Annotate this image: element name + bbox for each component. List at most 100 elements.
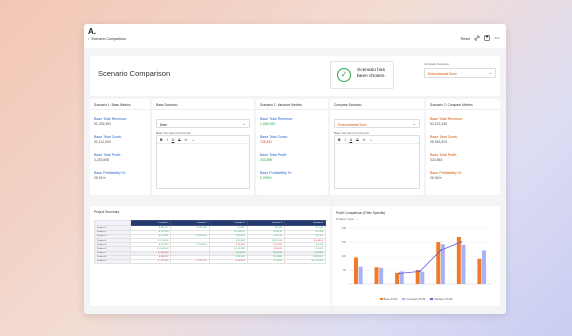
project-summary-table-wrap: Location 1 Location 2 Location 3 Locatio… xyxy=(94,219,326,265)
base-total-revenue: Base Total Revenue: 91,253,963 xyxy=(94,117,128,126)
bar-base-profit xyxy=(456,236,461,284)
compare-metrics-card: Scenario 2: Compare Metrics Base Total R… xyxy=(426,99,500,195)
compare-metrics-title: Scenario 2: Compare Metrics xyxy=(430,103,473,107)
app-window: A. ‹ Scenario Comparison Reset Scenario … xyxy=(84,24,506,314)
point-variance-profit xyxy=(439,249,442,252)
strike-button[interactable]: S xyxy=(178,138,180,142)
compare-scenario-title: Compare Scenario xyxy=(334,103,362,107)
y-tick-label: 200 xyxy=(342,226,347,230)
table-row: Product 9 $ -123,618 $ -152,221 $ -55,826 $ … xyxy=(94,258,326,265)
table-cell: $ -152,221 xyxy=(170,258,210,265)
breadcrumb[interactable]: ‹ Scenario Comparison xyxy=(88,37,126,41)
bar-base-profit xyxy=(374,267,379,284)
link-icon[interactable] xyxy=(474,35,480,43)
chevron-down-icon: ⌄ xyxy=(412,121,416,126)
more-icon[interactable] xyxy=(494,35,500,43)
table-cell: $ -55,826 xyxy=(208,258,248,265)
save-icon[interactable] xyxy=(484,35,490,43)
bold-button[interactable]: B xyxy=(338,138,341,142)
compare-select-label: Compare Scenario xyxy=(424,62,450,66)
bar-base-profit xyxy=(477,258,482,284)
underline-button[interactable]: U xyxy=(172,138,175,142)
bar-base-profit xyxy=(353,257,358,284)
bar-base-profit xyxy=(395,272,400,284)
bar-compare-profit xyxy=(358,266,363,284)
base-metrics-title: Scenario 1: Base Metrics xyxy=(94,103,131,107)
compare-scenario-select-group: Compare Scenario Environmental Scen ⌄ xyxy=(424,62,496,78)
strike-button[interactable]: S xyxy=(356,138,358,142)
editor-toolbar: B I U S ≡· ⌄ xyxy=(335,136,419,144)
variance-metrics-card: Scenario 1: Variance Metrics Base Total … xyxy=(256,99,328,195)
chevron-down-icon: ⌄ xyxy=(488,70,492,75)
app-logo: A. xyxy=(88,27,96,36)
breadcrumb-label: Scenario Comparison xyxy=(91,37,126,41)
page-title: Scenario Comparison xyxy=(98,69,171,78)
table-cell: $ 1,203,531 xyxy=(284,258,326,265)
compare-profitability: Base Profitability %: 28.36% xyxy=(430,171,462,180)
back-icon[interactable]: ‹ xyxy=(88,37,89,41)
point-variance-profit xyxy=(419,270,421,273)
chevron-down-icon: ⌄ xyxy=(242,121,246,126)
line-variance-profit xyxy=(399,241,462,274)
table-cell: $ 2,5355 xyxy=(246,258,286,265)
bar-compare-profit xyxy=(379,267,384,284)
variance-total-profit: Base Total Profit: 253,898 xyxy=(260,153,288,162)
variance-total-costs: Base Total Costs: 725,511 xyxy=(260,135,288,144)
variance-metrics-title: Scenario 1: Variance Metrics xyxy=(260,103,302,107)
editor-toolbar: B I U S ≡· ⌄ xyxy=(157,136,249,144)
product-type-filter[interactable]: Product Type ⌄ xyxy=(336,217,358,221)
y-tick-label: 50 xyxy=(343,268,346,272)
base-total-costs: Base Total Costs: 31,112,063 xyxy=(94,135,122,144)
compare-scenario-dropdown[interactable]: Environmental Scen ⌄ xyxy=(424,68,496,78)
base-scenario-title: Base Scenario xyxy=(156,103,178,107)
variance-total-revenue: Base Total Revenue: 1,555,363 xyxy=(260,117,294,126)
project-summary-card: Project Summary Location 1 Location 2 Lo… xyxy=(90,206,330,306)
list-button[interactable]: ≡· xyxy=(363,138,366,142)
chevron-down-icon[interactable]: ⌄ xyxy=(192,138,195,142)
bar-compare-profit xyxy=(482,250,487,284)
base-comments-editor[interactable]: B I U S ≡· ⌄ xyxy=(156,135,250,189)
profit-chart-title: Profit Comparison (Filter Specific) xyxy=(336,211,386,215)
base-scenario-card: Base Scenario Base ⌄ Base Scenario Commen… xyxy=(152,99,254,195)
row-label: Product 9 xyxy=(94,258,131,265)
y-tick-label: 100 xyxy=(342,254,347,258)
list-button[interactable]: ≡· xyxy=(185,138,188,142)
base-total-profit: Base Total Profit: 3,253,598 xyxy=(94,153,122,162)
compare-total-profit: Base Total Profit: 324,883 xyxy=(430,153,458,162)
project-summary-title: Project Summary xyxy=(94,210,120,214)
banner-message: Scenario has been chosen. xyxy=(357,68,386,79)
bold-button[interactable]: B xyxy=(160,138,163,142)
bar-compare-profit xyxy=(461,244,466,284)
project-summary-table: Location 1 Location 2 Location 3 Locatio… xyxy=(94,219,326,265)
profit-chart: 200 150 100 50 xyxy=(342,226,492,285)
compare-total-costs: Base Total Costs: 38,983,523 xyxy=(430,135,458,144)
compare-total-revenue: Base Total Revenue: 83,213,336 xyxy=(430,117,464,126)
chevron-down-icon[interactable]: ⌄ xyxy=(370,138,373,142)
compare-scenario-inline-dropdown[interactable]: Environmental Scen ⌄ xyxy=(334,119,420,128)
compare-comments-editor[interactable]: B I U S ≡· ⌄ xyxy=(334,135,420,189)
point-variance-profit xyxy=(398,272,401,275)
success-banner: ✓ Scenario has been chosen. xyxy=(330,61,394,89)
italic-button[interactable]: I xyxy=(345,138,346,142)
legend-compare: Compare Profit xyxy=(402,297,425,301)
chevron-down-icon: ⌄ xyxy=(355,217,359,221)
header-card: Scenario Comparison ✓ Scenario has been … xyxy=(90,56,500,96)
reset-button[interactable]: Reset xyxy=(461,37,470,41)
legend-base: Base Profit xyxy=(379,297,397,301)
bar-base-profit xyxy=(436,242,441,284)
compare-scenario-card: Compare Scenario Environmental Scen ⌄ Bas… xyxy=(330,99,424,195)
base-scenario-dropdown[interactable]: Base ⌄ xyxy=(156,119,250,128)
legend-variance: Variance Profit xyxy=(430,297,452,301)
chart-legend: Base Profit Compare Profit Variance Prof… xyxy=(332,297,500,301)
variance-profitability: Base Profitability %: 0.259% xyxy=(260,171,292,180)
table-cell: $ -123,618 xyxy=(129,258,172,265)
point-variance-profit xyxy=(460,241,463,243)
italic-button[interactable]: I xyxy=(167,138,168,142)
base-metrics-card: Scenario 1: Base Metrics Base Total Reve… xyxy=(90,99,150,195)
base-profitability: Base Profitability %: 25.91% xyxy=(94,171,126,180)
top-bar: A. ‹ Scenario Comparison Reset xyxy=(84,24,506,48)
underline-button[interactable]: U xyxy=(350,138,353,142)
bar-compare-profit xyxy=(420,271,425,284)
y-tick-label: 150 xyxy=(342,240,347,244)
profit-chart-card: Profit Comparison (Filter Specific) Prod… xyxy=(332,206,500,306)
